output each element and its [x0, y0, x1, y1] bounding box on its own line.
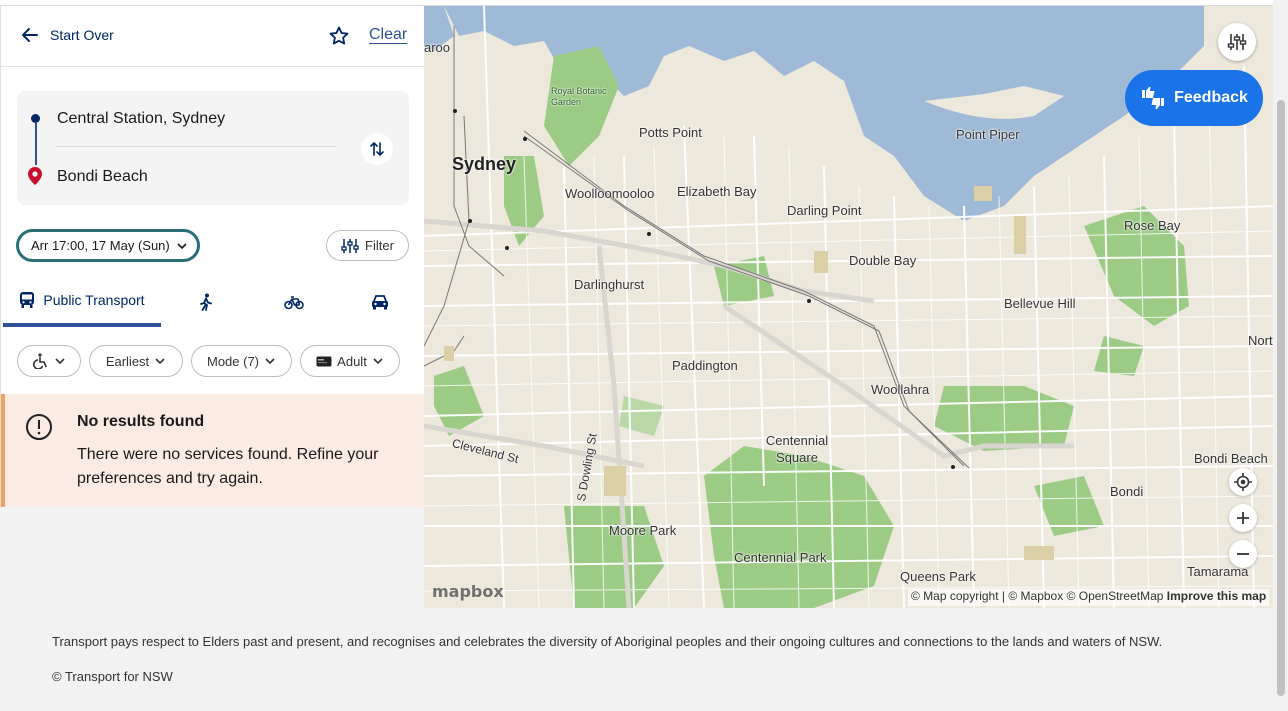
chevron-down-icon [54, 358, 65, 365]
map-label-rose-bay: Rose Bay [1124, 218, 1181, 233]
bicycle-icon [284, 295, 304, 309]
map-label-woollahra: Woollahra [871, 382, 930, 397]
map-label-paddington: Paddington [672, 358, 738, 373]
destination-pin-icon [28, 167, 42, 185]
map-label-double-bay: Double Bay [849, 253, 917, 268]
attribution-osm[interactable]: © OpenStreetMap [1067, 589, 1164, 603]
feedback-button[interactable]: Feedback [1125, 70, 1263, 126]
swap-button[interactable] [361, 133, 393, 165]
walking-icon [200, 293, 212, 311]
panel-header: Start Over Clear [1, 6, 424, 67]
locate-me-button[interactable] [1229, 468, 1257, 496]
map-label-queens-park: Queens Park [900, 569, 976, 584]
divider [55, 146, 337, 147]
alert-title: No results found [77, 413, 205, 430]
improve-map-link[interactable]: Improve this map [1167, 589, 1266, 603]
page-scrollbar[interactable] [1273, 0, 1288, 711]
datetime-selector[interactable]: Arr 17:00, 17 May (Sun) [16, 229, 200, 262]
arrow-left-icon [22, 28, 38, 42]
chevron-down-icon [155, 358, 165, 365]
chevron-down-icon [265, 358, 275, 365]
map-label-woolloomooloo: Woolloomooloo [565, 186, 655, 201]
wheelchair-icon [32, 353, 47, 369]
filter-button[interactable]: Filter [326, 230, 409, 261]
map-label-bondi: Bondi [1110, 484, 1144, 499]
start-over-button[interactable]: Start Over [20, 25, 114, 45]
attribution-map-copyright[interactable]: © Map copyright [911, 589, 999, 603]
chevron-down-icon [177, 242, 187, 249]
plus-icon [1237, 512, 1249, 524]
map-label-bellevue-hill: Bellevue Hill [1004, 296, 1076, 311]
chevron-down-icon [373, 358, 383, 365]
alert-message: There were no services found. Refine you… [77, 446, 379, 487]
map-attribution: © Map copyright | © Mapbox © OpenStreetM… [908, 589, 1270, 606]
minus-icon [1237, 553, 1249, 555]
crosshair-icon [1234, 473, 1252, 491]
origin-dot-icon [31, 114, 40, 123]
map-label-centennial-park: Centennial Park [734, 550, 827, 565]
acknowledgement-of-country: Transport pays respect to Elders past an… [52, 634, 1163, 649]
map-label-point-piper: Point Piper [956, 127, 1020, 142]
bus-icon [20, 291, 35, 308]
zoom-in-button[interactable] [1229, 504, 1257, 532]
accessibility-chip[interactable] [17, 345, 81, 377]
mode-tabs: Public Transport [3, 276, 423, 327]
sliders-icon [1227, 34, 1247, 50]
footer-copyright: © Transport for NSW [52, 669, 173, 684]
fare-chip-label: Adult [337, 353, 367, 369]
map-label-elizabeth-bay: Elizabeth Bay [677, 184, 757, 199]
no-results-alert: No results found There were no services … [1, 394, 425, 507]
destination-field[interactable]: Bondi Beach [57, 168, 148, 186]
map-label-moore-park: Moore Park [609, 523, 677, 538]
attribution-mapbox[interactable]: © Mapbox [1008, 589, 1063, 603]
tab-walk[interactable] [161, 276, 251, 327]
fare-chip[interactable]: Adult [300, 345, 400, 377]
map-label-north: Nort [1248, 333, 1273, 348]
datetime-label: Arr 17:00, 17 May (Sun) [31, 238, 170, 253]
mode-chip[interactable]: Mode (7) [191, 345, 292, 377]
map-label-centennial-square: Centennial Square [765, 433, 829, 465]
car-icon [372, 294, 388, 309]
location-inputs: Central Station, Sydney Bondi Beach [17, 91, 409, 205]
trip-planner-panel: Start Over Clear Central Station, Sydney… [0, 6, 425, 507]
filter-label: Filter [365, 238, 394, 253]
start-over-label: Start Over [50, 27, 114, 43]
star-icon[interactable] [328, 25, 350, 47]
sort-chip-label: Earliest [105, 353, 150, 369]
clear-button[interactable]: Clear [369, 26, 407, 44]
mode-chip-label: Mode (7) [206, 353, 260, 369]
map-layers-button[interactable] [1218, 23, 1256, 61]
tab-drive[interactable] [337, 276, 423, 327]
map-label-royal-botanic-garden-text: Royal Botanic Garden [551, 86, 607, 107]
tab-public-transport-label: Public Transport [43, 291, 145, 308]
tab-cycle[interactable] [251, 276, 337, 327]
map-label-darlinghurst: Darlinghurst [574, 277, 645, 292]
feedback-label: Feedback [1174, 89, 1248, 106]
origin-field[interactable]: Central Station, Sydney [57, 110, 225, 128]
map-label-barangaroo: aroo [424, 40, 451, 55]
thumbs-up-down-icon [1142, 87, 1165, 109]
sliders-icon [341, 238, 359, 253]
map-label-sydney: Sydney [452, 154, 517, 174]
map-label-bondi-beach: Bondi Beach [1194, 451, 1268, 466]
swap-arrows-icon [370, 142, 384, 156]
zoom-out-button[interactable] [1229, 540, 1257, 568]
map-label-potts-point: Potts Point [639, 125, 702, 140]
scrollbar-thumb[interactable] [1277, 100, 1285, 696]
map-label-darling-point: Darling Point [787, 203, 862, 218]
map-label-royal-botanic-garden: Royal Botanic Garden [551, 86, 615, 108]
sort-chip[interactable]: Earliest [89, 345, 183, 377]
opal-card-icon [316, 356, 332, 366]
exclamation-circle-icon [26, 414, 52, 440]
tab-public-transport[interactable]: Public Transport [3, 276, 161, 327]
route-line [35, 123, 37, 165]
mapbox-logo[interactable]: mapbox [432, 582, 504, 601]
